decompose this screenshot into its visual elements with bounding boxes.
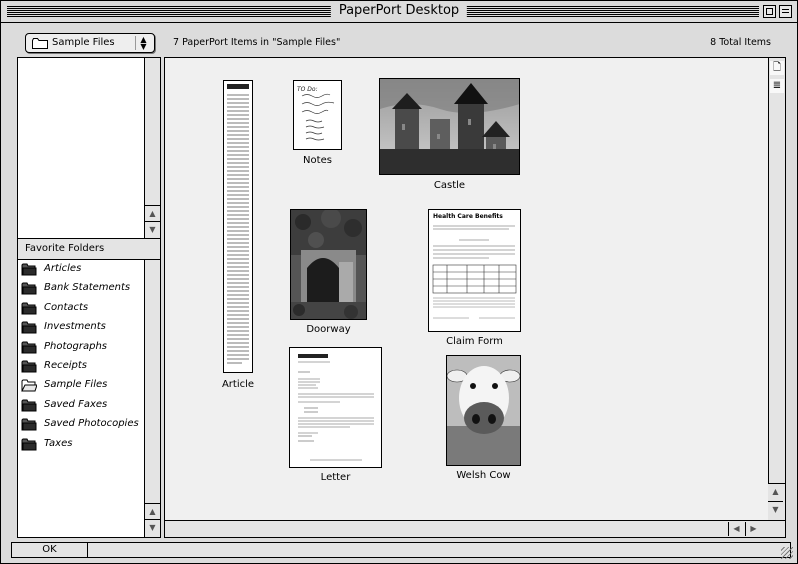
scroll-up-icon[interactable]: ▲ — [768, 484, 783, 500]
items-count-text: 7 PaperPort Items in "Sample Files" — [173, 37, 341, 48]
favorite-folder-label: Saved Faxes — [44, 398, 108, 410]
scroll-down-icon[interactable]: ▼ — [768, 501, 783, 517]
favorite-folder-item[interactable]: Investments — [18, 318, 144, 337]
favorite-folder-item[interactable]: Saved Faxes — [18, 396, 144, 415]
scroll-right-icon[interactable]: ▶ — [745, 522, 761, 536]
favorite-folder-label: Photographs — [44, 340, 108, 352]
desktop-thumbnail-area[interactable]: Article TO Do: Notes Castle Doorway Heal… — [164, 57, 786, 538]
handwritten-note-icon: TO Do: — [297, 86, 335, 141]
folder-tree-list[interactable] — [18, 58, 144, 238]
folder-icon — [21, 438, 37, 451]
thumbnail-label: Doorway — [306, 324, 351, 335]
folder-icon — [21, 360, 37, 373]
paperport-window: PaperPort Desktop Sample Files ▲ ▼ 7 Pape… — [0, 0, 798, 564]
favorite-folders-header: Favorite Folders — [18, 238, 160, 260]
doorway-photo — [291, 210, 366, 319]
folder-popup-menu[interactable]: Sample Files ▲ ▼ — [25, 33, 155, 53]
favorite-folder-item[interactable]: Saved Photocopies — [18, 415, 144, 434]
favorite-folder-item[interactable]: Photographs — [18, 338, 144, 357]
scroll-down-icon[interactable]: ▼ — [145, 519, 160, 535]
scroll-up-icon[interactable]: ▲ — [145, 205, 160, 221]
desktop-vertical-scrollbar[interactable]: 🗋 ≣ ▲ ▼ — [768, 58, 785, 520]
favorite-folder-item[interactable]: Sample Files — [18, 376, 144, 395]
claim-form-heading: Health Care Benefits — [433, 213, 503, 220]
status-ok: OK — [12, 543, 88, 557]
castle-photo — [380, 79, 519, 174]
folder-icon — [21, 302, 37, 315]
thumbnail-label: Letter — [320, 472, 351, 483]
favorite-folder-label: Saved Photocopies — [44, 418, 139, 430]
favorite-folder-item[interactable]: Bank Statements — [18, 279, 144, 298]
thumbnail-label: Article — [221, 379, 255, 390]
scroll-down-icon[interactable]: ▼ — [145, 221, 160, 237]
folder-icon — [21, 321, 37, 334]
claim-form-page: Health Care Benefits — [432, 213, 517, 319]
scroll-up-icon[interactable]: ▲ — [145, 503, 160, 519]
favorite-folder-item[interactable]: Articles — [18, 260, 144, 279]
folder-tree-scrollbar[interactable]: ▲ ▼ — [144, 58, 160, 238]
favorite-folder-item[interactable]: Contacts — [18, 299, 144, 318]
thumbnail-claim-form[interactable]: Health Care Benefits — [428, 209, 521, 332]
thumbnail-notes[interactable]: TO Do: — [293, 80, 342, 150]
favorite-folders-list: Articles Bank Statements Contacts Investmen… — [18, 260, 144, 454]
thumbnail-article[interactable] — [223, 80, 253, 373]
thumbnail-label: Welsh Cow — [456, 470, 511, 481]
page-view-icon[interactable]: 🗋 — [770, 61, 784, 75]
folder-popup-label: Sample Files — [52, 37, 115, 48]
title-bar[interactable]: PaperPort Desktop — [1, 1, 797, 23]
thumbnail-label: Castle — [433, 180, 466, 191]
list-view-icon[interactable]: ≣ — [770, 79, 784, 93]
folder-icon — [21, 282, 37, 295]
total-items-text: 8 Total Items — [710, 37, 771, 48]
favorite-folder-label: Sample Files — [44, 379, 108, 391]
thumbnail-welsh-cow[interactable] — [446, 355, 521, 466]
window-title: PaperPort Desktop — [330, 2, 468, 20]
favorites-scrollbar[interactable]: ▲ ▼ — [144, 260, 160, 537]
thumbnail-doorway[interactable] — [290, 209, 367, 320]
thumbnail-castle[interactable] — [379, 78, 520, 175]
folder-open-icon — [21, 379, 37, 392]
letter-page — [298, 354, 374, 461]
folder-icon — [21, 399, 37, 412]
favorite-folder-item[interactable]: Taxes — [18, 435, 144, 454]
zoom-box-icon[interactable] — [763, 5, 776, 18]
resize-grip-icon[interactable] — [781, 547, 793, 559]
article-page-icon — [227, 84, 249, 364]
favorite-folder-label: Receipts — [44, 359, 88, 371]
favorite-folder-label: Taxes — [44, 437, 73, 449]
thumbnail-letter[interactable] — [289, 347, 382, 468]
folder-pane: ▲ ▼ Favorite Folders Articles Bank Statem… — [17, 57, 161, 538]
favorite-folder-label: Contacts — [44, 301, 89, 313]
folder-icon — [32, 38, 48, 49]
folder-icon — [21, 263, 37, 276]
popup-arrows-icon: ▲ ▼ — [135, 36, 151, 51]
favorite-folder-label: Investments — [44, 321, 106, 333]
thumbnail-label: Notes — [303, 155, 332, 166]
favorite-folder-label: Articles — [44, 263, 82, 274]
favorite-folder-label: Bank Statements — [44, 282, 131, 294]
folder-icon — [21, 341, 37, 354]
desktop-horizontal-scrollbar[interactable]: ◀ ▶ — [165, 520, 785, 537]
scroll-left-icon[interactable]: ◀ — [728, 522, 744, 536]
collapse-box-icon[interactable] — [779, 5, 792, 18]
welsh-cow-photo — [447, 356, 520, 465]
scroll-arrows: ▲ ▼ — [768, 483, 785, 520]
status-bar: OK — [11, 542, 791, 558]
note-text-line: TO Do: — [297, 86, 318, 93]
folder-icon — [21, 418, 37, 431]
thumbnail-label: Claim Form — [446, 336, 503, 347]
favorite-folder-item[interactable]: Receipts — [18, 357, 144, 376]
